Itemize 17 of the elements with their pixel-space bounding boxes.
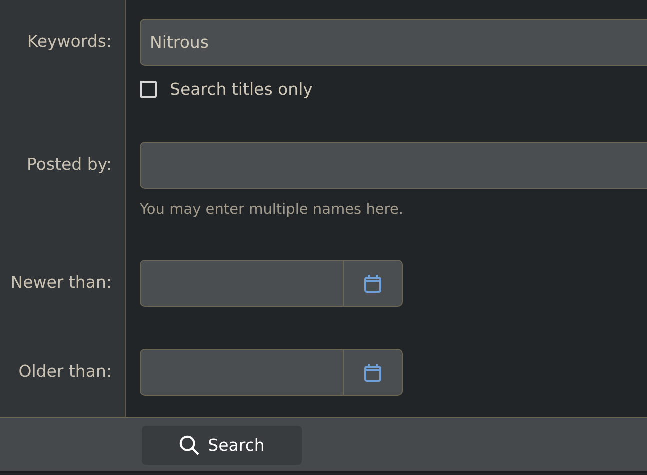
calendar-button[interactable] [343, 260, 403, 307]
text-field[interactable]: Nitrous [140, 19, 647, 66]
hint-text: You may enter multiple names here. [140, 202, 404, 218]
date-field[interactable] [140, 349, 343, 396]
field-label: Newer than: [10, 272, 112, 294]
calendar-button[interactable] [343, 349, 403, 396]
search-icon [179, 435, 200, 456]
checkbox-label[interactable]: Search titles only [170, 80, 313, 98]
field-label: Posted by: [27, 154, 112, 176]
field-label: Older than: [18, 361, 112, 383]
checkbox[interactable] [140, 80, 157, 98]
calendar-icon [364, 274, 382, 294]
field-label: Keywords: [27, 31, 112, 53]
text-field[interactable] [140, 142, 647, 189]
search-button[interactable]: Search [142, 426, 302, 465]
calendar-icon [364, 362, 382, 382]
date-field[interactable] [140, 260, 343, 307]
